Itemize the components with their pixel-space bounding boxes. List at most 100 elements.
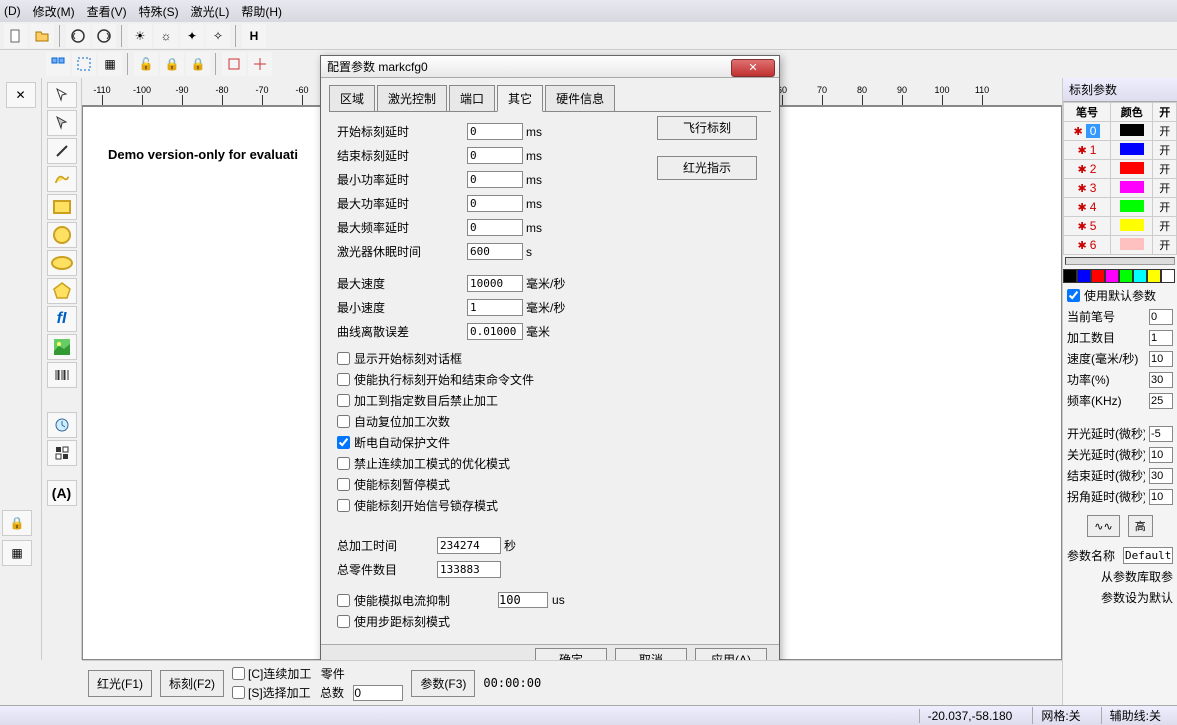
advanced-button[interactable]: 高	[1128, 515, 1153, 537]
color-swatch[interactable]	[1161, 269, 1175, 283]
lock-icon[interactable]: 🔒	[186, 52, 210, 76]
pen-row[interactable]: ✱ 4开	[1064, 198, 1177, 217]
config-input[interactable]	[467, 323, 523, 340]
config-input[interactable]	[467, 275, 523, 292]
dialog-tab[interactable]: 激光控制	[377, 85, 447, 112]
config-checkbox[interactable]	[337, 499, 350, 512]
grid-small-icon[interactable]: ▦	[2, 540, 32, 566]
menu-item[interactable]: 特殊(S)	[139, 3, 179, 20]
color-swatch[interactable]	[1063, 269, 1077, 283]
color-swatch[interactable]	[1091, 269, 1105, 283]
delay-input[interactable]	[1149, 489, 1173, 505]
grid-icon[interactable]	[47, 440, 77, 466]
text-icon[interactable]: fI	[47, 306, 77, 332]
pointer-icon[interactable]	[47, 82, 77, 108]
fly-mark-button[interactable]: 飞行标刻	[657, 116, 757, 140]
select-icon[interactable]	[46, 52, 70, 76]
pen-row[interactable]: ✱ 3开	[1064, 179, 1177, 198]
config-checkbox[interactable]	[337, 478, 350, 491]
undo-icon[interactable]	[66, 24, 90, 48]
tool-icon[interactable]: ✧	[206, 24, 230, 48]
tool-icon[interactable]: ☀	[128, 24, 152, 48]
new-icon[interactable]	[4, 24, 28, 48]
sim-current-checkbox[interactable]	[337, 594, 350, 607]
dialog-tab[interactable]: 硬件信息	[545, 85, 615, 112]
menu-item[interactable]: 修改(M)	[33, 3, 75, 20]
color-swatch[interactable]	[1077, 269, 1091, 283]
step-mode-checkbox[interactable]	[337, 615, 350, 628]
menu-item[interactable]: (D)	[4, 4, 21, 18]
pen-row[interactable]: ✱ 6开	[1064, 236, 1177, 255]
tool-icon[interactable]: H	[242, 24, 266, 48]
total-count-input[interactable]	[353, 685, 403, 701]
pen-row[interactable]: ✱ 5开	[1064, 217, 1177, 236]
barcode-icon[interactable]	[47, 362, 77, 388]
rect-icon[interactable]	[47, 194, 77, 220]
color-palette[interactable]	[1063, 269, 1177, 283]
circle-icon[interactable]	[47, 222, 77, 248]
select-icon[interactable]	[72, 52, 96, 76]
color-swatch[interactable]	[1119, 269, 1133, 283]
config-checkbox[interactable]	[337, 436, 350, 449]
config-checkbox[interactable]	[337, 394, 350, 407]
config-input[interactable]	[467, 123, 523, 140]
align-icon[interactable]	[222, 52, 246, 76]
close-icon[interactable]: ✕	[731, 59, 775, 77]
param-input[interactable]	[1149, 351, 1173, 367]
pen-row[interactable]: ✱ 2开	[1064, 160, 1177, 179]
dialog-tab[interactable]: 区域	[329, 85, 375, 112]
text-a-icon[interactable]: (A)	[47, 480, 77, 506]
ellipse-icon[interactable]	[47, 250, 77, 276]
mark-f2-button[interactable]: 标刻(F2)	[160, 670, 224, 697]
param-input[interactable]	[1149, 372, 1173, 388]
color-swatch[interactable]	[1105, 269, 1119, 283]
color-swatch[interactable]	[1133, 269, 1147, 283]
config-input[interactable]	[467, 147, 523, 164]
use-default-checkbox[interactable]	[1067, 289, 1080, 302]
align-icon[interactable]	[248, 52, 272, 76]
curve-icon[interactable]	[47, 166, 77, 192]
lock-icon[interactable]: 🔓	[134, 52, 158, 76]
set-default-link[interactable]: 参数设为默认	[1101, 591, 1173, 605]
wave-button[interactable]: ∿∿	[1087, 515, 1119, 537]
total-time-input[interactable]	[437, 537, 501, 554]
pen-row[interactable]: ✱ 0开	[1064, 122, 1177, 141]
menu-item[interactable]: 查看(V)	[87, 3, 127, 20]
node-icon[interactable]	[47, 110, 77, 136]
config-checkbox[interactable]	[337, 373, 350, 386]
dialog-tab[interactable]: 其它	[497, 85, 543, 112]
close-panel-icon[interactable]: ✕	[6, 82, 36, 108]
config-input[interactable]	[467, 219, 523, 236]
polygon-icon[interactable]	[47, 278, 77, 304]
param-input[interactable]	[1149, 330, 1173, 346]
config-checkbox[interactable]	[337, 352, 350, 365]
pen-row[interactable]: ✱ 1开	[1064, 141, 1177, 160]
config-input[interactable]	[467, 299, 523, 316]
color-swatch[interactable]	[1147, 269, 1161, 283]
select-icon[interactable]: ▦	[98, 52, 122, 76]
menu-item[interactable]: 帮助(H)	[241, 3, 282, 20]
image-icon[interactable]	[47, 334, 77, 360]
select-process-checkbox[interactable]	[232, 686, 245, 699]
delay-input[interactable]	[1149, 447, 1173, 463]
total-parts-input[interactable]	[437, 561, 501, 578]
delay-input[interactable]	[1149, 426, 1173, 442]
red-light-f1-button[interactable]: 红光(F1)	[88, 670, 152, 697]
sim-current-input[interactable]	[498, 592, 548, 608]
param-name-input[interactable]	[1123, 547, 1173, 564]
lock-small-icon[interactable]: 🔒	[2, 510, 32, 536]
config-input[interactable]	[467, 195, 523, 212]
tool-icon[interactable]: ✦	[180, 24, 204, 48]
param-input[interactable]	[1149, 393, 1173, 409]
config-checkbox[interactable]	[337, 415, 350, 428]
redo-icon[interactable]	[92, 24, 116, 48]
param-f3-button[interactable]: 参数(F3)	[411, 670, 475, 697]
continuous-checkbox[interactable]	[232, 667, 245, 680]
dialog-tab[interactable]: 端口	[449, 85, 495, 112]
config-input[interactable]	[467, 171, 523, 188]
dialog-titlebar[interactable]: 配置参数 markcfg0 ✕	[321, 56, 779, 78]
config-checkbox[interactable]	[337, 457, 350, 470]
from-library-link[interactable]: 从参数库取参	[1101, 570, 1173, 584]
line-icon[interactable]	[47, 138, 77, 164]
red-light-button[interactable]: 红光指示	[657, 156, 757, 180]
